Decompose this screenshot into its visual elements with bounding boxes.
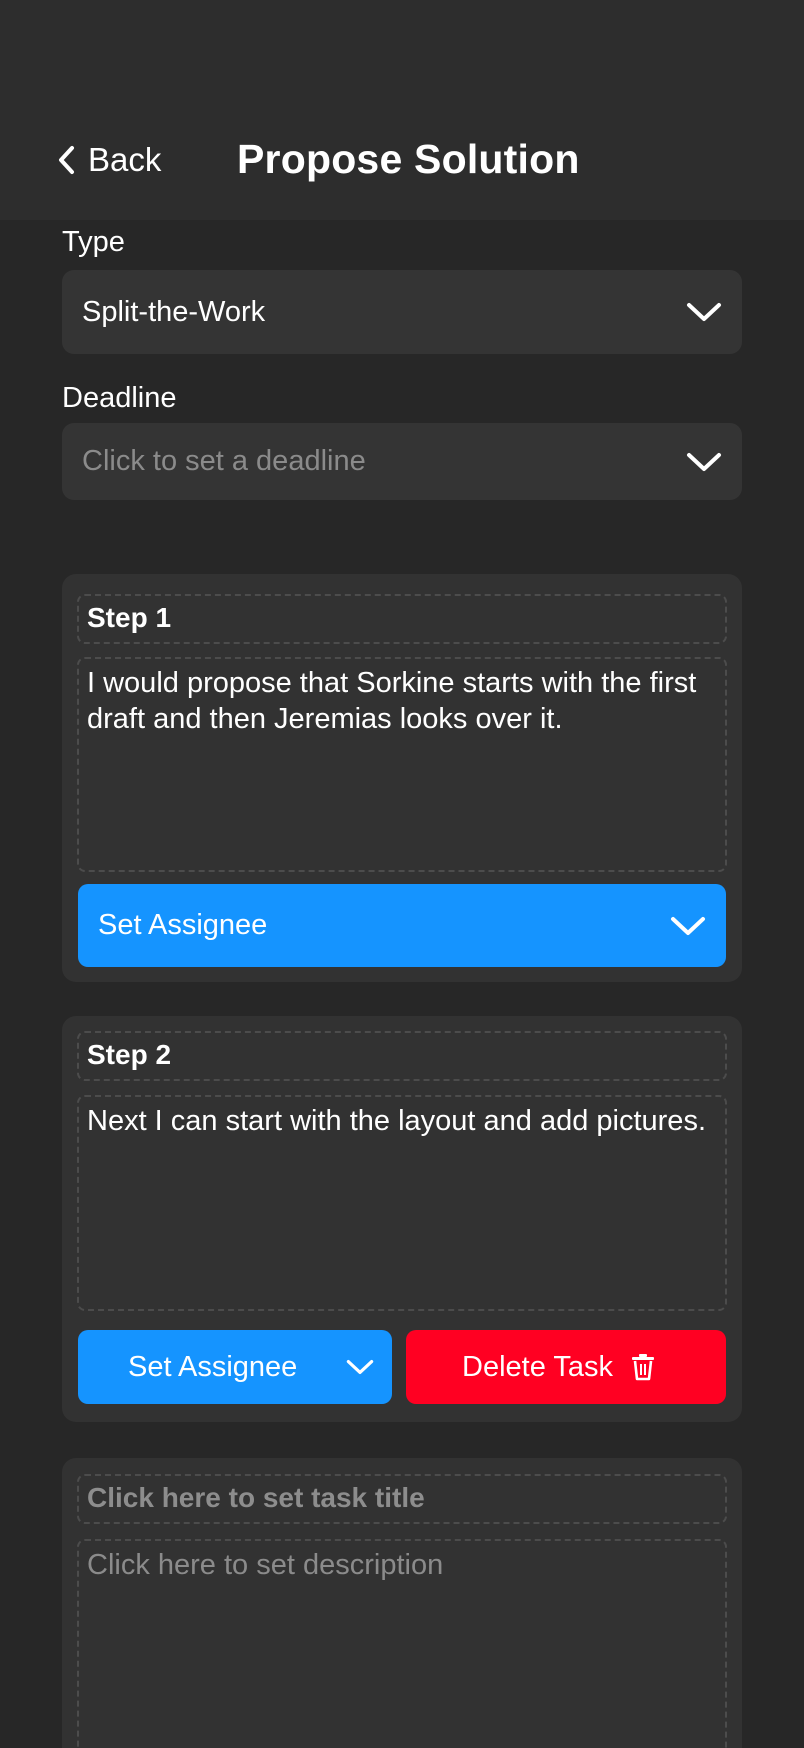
set-assignee-button[interactable]: Set Assignee bbox=[78, 884, 726, 967]
step-card-2: Step 2 Next I can start with the layout … bbox=[62, 1016, 742, 1422]
page-title: Propose Solution bbox=[237, 136, 580, 182]
step-title-field[interactable]: Step 2 bbox=[77, 1031, 727, 1081]
trash-icon bbox=[632, 1354, 654, 1381]
new-step-description-field[interactable]: Click here to set description bbox=[77, 1539, 727, 1748]
step-description: Next I can start with the layout and add… bbox=[87, 1105, 706, 1137]
back-button[interactable]: Back bbox=[56, 140, 161, 180]
chevron-down-icon bbox=[687, 452, 721, 471]
new-step-title-field[interactable]: Click here to set task title bbox=[77, 1474, 727, 1524]
step-title: Step 1 bbox=[87, 602, 172, 633]
step-description-field[interactable]: I would propose that Sorkine starts with… bbox=[77, 657, 727, 872]
step-card-1: Step 1 I would propose that Sorkine star… bbox=[62, 574, 742, 982]
top-bar: Back Propose Solution bbox=[0, 0, 804, 220]
set-assignee-label: Set Assignee bbox=[128, 1350, 298, 1383]
delete-task-label: Delete Task bbox=[462, 1350, 613, 1383]
deadline-select[interactable]: Click to set a deadline bbox=[62, 423, 742, 500]
chevron-down-icon bbox=[671, 916, 705, 935]
deadline-label: Deadline bbox=[62, 382, 177, 414]
type-value: Split-the-Work bbox=[82, 295, 266, 328]
chevron-down-icon bbox=[687, 303, 721, 321]
step-title-field[interactable]: Step 1 bbox=[77, 594, 727, 644]
deadline-placeholder: Click to set a deadline bbox=[82, 445, 366, 477]
set-assignee-button[interactable]: Set Assignee bbox=[78, 1330, 392, 1404]
step-description-field[interactable]: Next I can start with the layout and add… bbox=[77, 1095, 727, 1311]
chevron-left-icon bbox=[59, 146, 74, 174]
chevron-down-icon bbox=[346, 1359, 374, 1374]
back-label: Back bbox=[88, 141, 162, 178]
new-step-title-placeholder: Click here to set task title bbox=[87, 1482, 425, 1513]
step-description: I would propose that Sorkine starts with… bbox=[87, 667, 697, 735]
delete-task-button[interactable]: Delete Task bbox=[406, 1330, 726, 1404]
type-label: Type bbox=[62, 226, 125, 258]
set-assignee-label: Set Assignee bbox=[98, 909, 268, 941]
step-title: Step 2 bbox=[87, 1039, 172, 1070]
new-step-card: Click here to set task title Click here … bbox=[62, 1458, 742, 1748]
type-select[interactable]: Split-the-Work bbox=[62, 270, 742, 354]
new-step-description-placeholder: Click here to set description bbox=[87, 1549, 444, 1581]
